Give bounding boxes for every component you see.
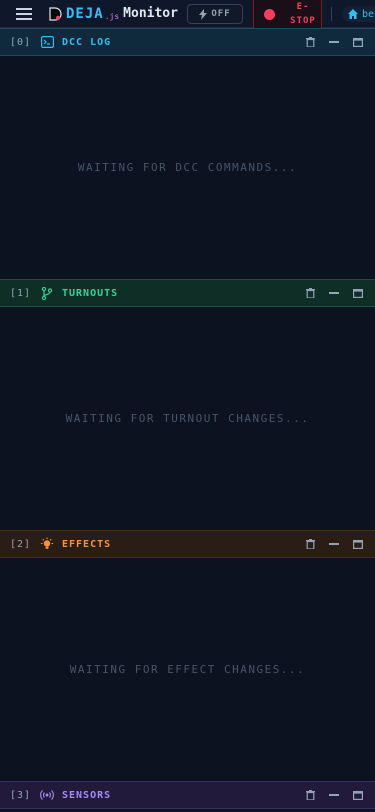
toolbar-divider — [331, 7, 332, 21]
panel-title: TURNOUTS — [62, 287, 119, 299]
brand-suffix: .js — [104, 12, 120, 21]
trash-icon — [305, 539, 315, 549]
clear-button[interactable] — [305, 790, 315, 800]
panel-header: [3] SENSORS — [0, 781, 375, 809]
panel-empty-state: WAITING FOR EFFECT CHANGES... — [69, 663, 306, 676]
panel-header: [2] EFFECTS — [0, 530, 375, 558]
menu-button[interactable] — [0, 0, 48, 28]
app-logo[interactable]: DEJA .js Monitor — [48, 0, 178, 28]
panel-header: [1] TURNOUTS — [0, 279, 375, 307]
panel-index: [3] — [10, 789, 32, 801]
deja-logo-icon — [49, 6, 62, 21]
lightning-icon — [199, 8, 208, 20]
window-maximize-icon — [353, 790, 363, 800]
maximize-button[interactable] — [353, 288, 363, 298]
minimize-button[interactable] — [329, 539, 339, 549]
minimize-button[interactable] — [329, 790, 339, 800]
power-toggle-button[interactable]: OFF — [187, 4, 243, 24]
trash-icon — [305, 288, 315, 298]
panel-title: DCC LOG — [62, 36, 112, 48]
maximize-button[interactable] — [353, 790, 363, 800]
hamburger-icon — [16, 7, 32, 20]
minus-icon — [329, 794, 339, 796]
panel-header: [0] DCC LOG — [0, 28, 375, 56]
dcc-log-panel: [0] DCC LOG WAITING FOR DCC COMMANDS... — [0, 28, 375, 279]
turnouts-panel: [1] TURNOUTS WAITING FOR TURNOUT CHANGES… — [0, 279, 375, 530]
minus-icon — [329, 41, 339, 43]
trash-icon — [305, 37, 315, 47]
clear-button[interactable] — [305, 288, 315, 298]
estop-label: E- STOP — [290, 2, 316, 26]
panel-index: [1] — [10, 287, 32, 299]
panel-actions — [305, 781, 363, 809]
clear-button[interactable] — [305, 539, 315, 549]
stop-icon — [264, 8, 275, 20]
lightbulb-icon — [40, 537, 54, 551]
terminal-icon — [40, 35, 54, 49]
home-icon — [348, 9, 358, 19]
brand-name: DEJA — [66, 5, 104, 22]
broadcast-icon — [40, 788, 54, 802]
page-title: Monitor — [123, 6, 178, 21]
minimize-button[interactable] — [329, 288, 339, 298]
panel-empty-state: WAITING FOR TURNOUT CHANGES... — [65, 412, 310, 425]
power-status-label: OFF — [211, 9, 231, 19]
panel-title: EFFECTS — [62, 538, 112, 550]
layout-chip[interactable]: be — [342, 6, 375, 22]
layout-chip-label: be — [362, 8, 375, 20]
minus-icon — [329, 543, 339, 545]
panel-actions — [305, 279, 363, 307]
panel-actions — [305, 28, 363, 56]
panel-title: SENSORS — [62, 789, 112, 801]
sensors-panel: [3] SENSORS — [0, 781, 375, 809]
minimize-button[interactable] — [329, 37, 339, 47]
maximize-button[interactable] — [353, 37, 363, 47]
git-branch-icon — [40, 286, 54, 300]
window-maximize-icon — [353, 288, 363, 298]
window-maximize-icon — [353, 37, 363, 47]
window-maximize-icon — [353, 539, 363, 549]
minus-icon — [329, 292, 339, 294]
emergency-stop-button[interactable]: E- STOP — [253, 0, 322, 28]
maximize-button[interactable] — [353, 539, 363, 549]
effects-panel: [2] EFFECTS WAITING FOR EFFECT CHANGES..… — [0, 530, 375, 781]
trash-icon — [305, 790, 315, 800]
panel-empty-state: WAITING FOR DCC COMMANDS... — [77, 161, 298, 174]
clear-button[interactable] — [305, 37, 315, 47]
panel-index: [2] — [10, 538, 32, 550]
panel-actions — [305, 530, 363, 558]
panel-index: [0] — [10, 36, 32, 48]
